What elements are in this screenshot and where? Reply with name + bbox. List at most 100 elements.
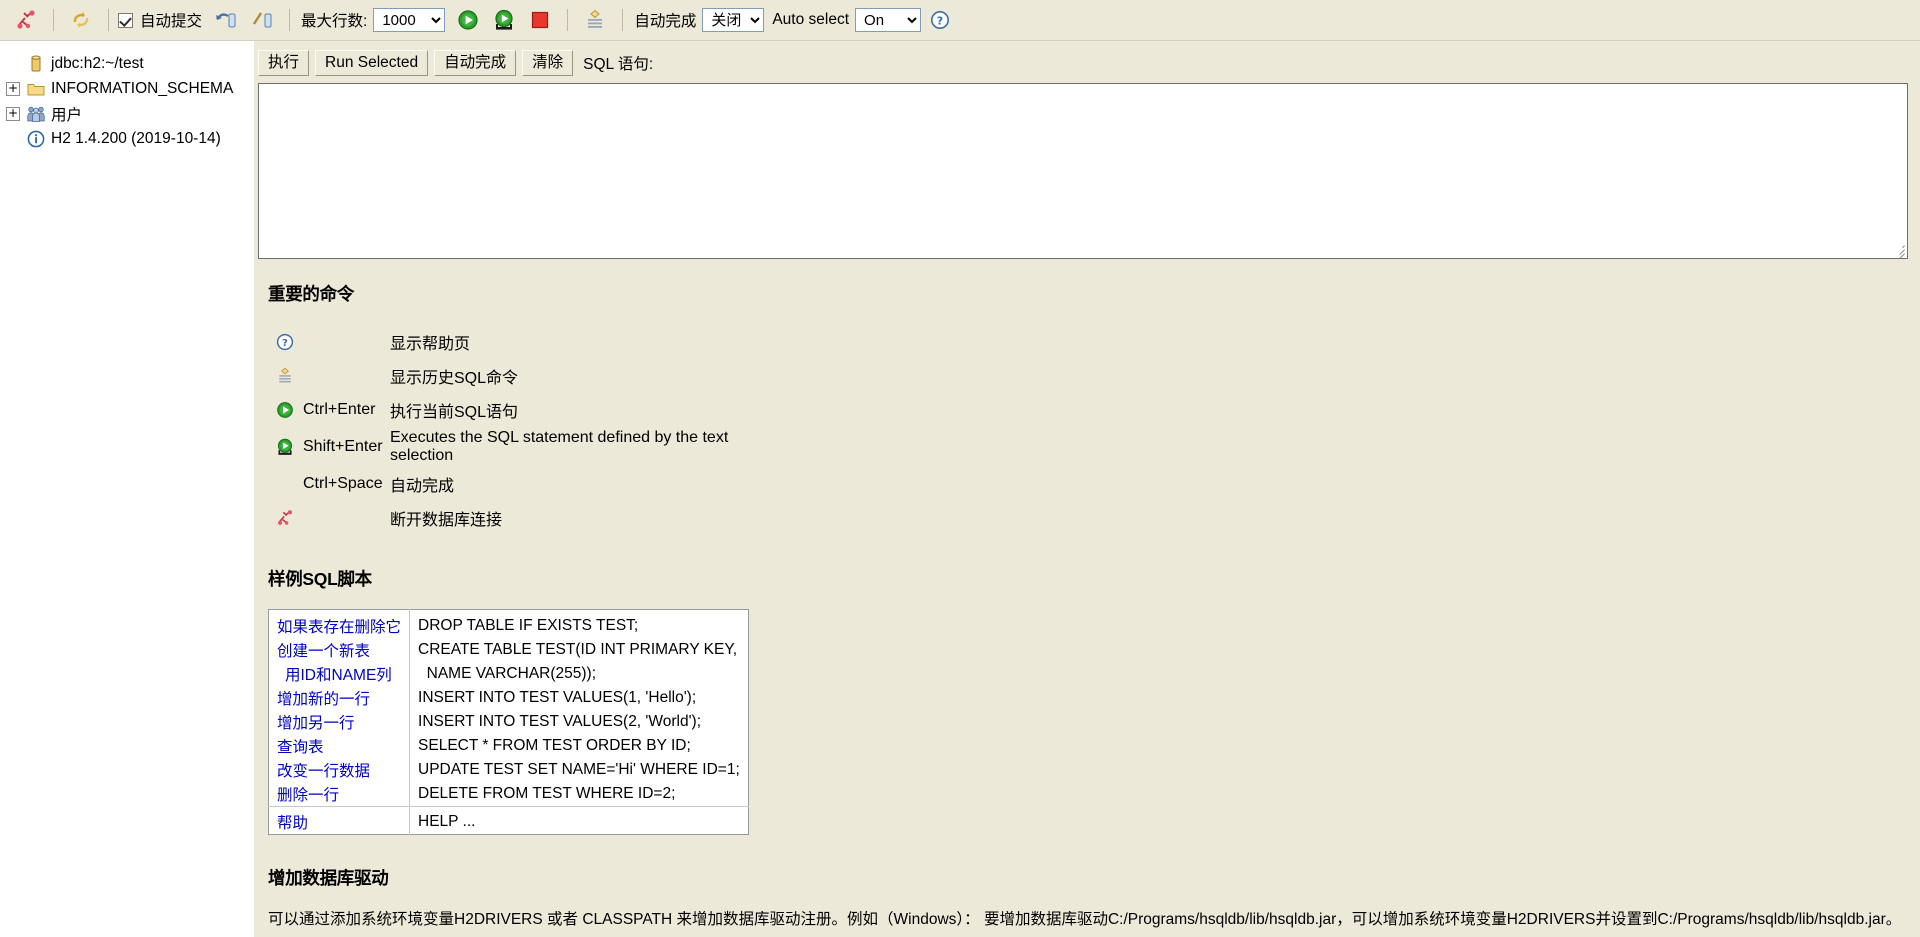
tree-item-version[interactable]: H2 1.4.200 (2019-10-14)	[0, 126, 254, 151]
sample-section-title: 样例SQL脚本	[268, 569, 372, 589]
sample-sql-table: 如果表存在删除它 DROP TABLE IF EXISTS TEST; 创建一个…	[268, 609, 749, 835]
help-icon[interactable]: ?	[927, 7, 953, 33]
clear-button[interactable]: 清除	[522, 49, 574, 77]
sample-label: 创建一个新表	[277, 643, 371, 660]
toolbar-divider-3	[289, 9, 291, 31]
table-row: ? 显示帮助页	[270, 326, 766, 358]
svg-text:?: ?	[282, 338, 288, 349]
table-row: 如果表存在删除它 DROP TABLE IF EXISTS TEST;	[269, 609, 749, 638]
command-description: 断开数据库连接	[390, 512, 503, 529]
run-icon[interactable]	[455, 7, 481, 33]
sql-input[interactable]	[259, 84, 1907, 258]
sample-label: 改变一行数据	[277, 763, 371, 780]
help-icon[interactable]: ?	[270, 326, 300, 358]
table-row: 断开数据库连接	[270, 502, 766, 534]
refresh-icon[interactable]	[68, 7, 94, 33]
tree-expander-icon[interactable]: +	[6, 81, 20, 96]
command-description: 显示历史SQL命令	[390, 370, 519, 387]
documentation-area: 重要的命令 ? 显示帮助页 显示历史SQL命令 Ctrl+Enter 执行当前S…	[254, 259, 1920, 931]
table-row: 查询表 SELECT * FROM TEST ORDER BY ID;	[269, 734, 749, 758]
query-toolbar: 执行 Run Selected 自动完成 清除 SQL 语句:	[254, 41, 1920, 78]
run-selected-icon[interactable]	[491, 7, 517, 33]
autocomplete-select[interactable]: 关闭	[702, 8, 765, 32]
svg-text:?: ?	[937, 14, 943, 27]
maxrows-label: 最大行数:	[301, 13, 368, 30]
sample-code: SELECT * FROM TEST ORDER BY ID;	[409, 734, 749, 758]
disconnect-icon[interactable]	[13, 7, 39, 33]
history-icon[interactable]	[582, 7, 608, 33]
no-icon	[270, 468, 300, 500]
resize-grip[interactable]	[1892, 243, 1905, 258]
rollback-icon[interactable]	[213, 7, 239, 33]
autoselect-label: Auto select	[772, 11, 850, 28]
database-tree-panel: jdbc:h2:~/test + INFORMATION_SCHEMA + 用户	[0, 41, 254, 937]
table-row: Ctrl+Space 自动完成	[270, 468, 766, 500]
table-row: 用ID和NAME列 NAME VARCHAR(255));	[269, 662, 749, 686]
table-row: 显示历史SQL命令	[270, 360, 766, 392]
history-icon[interactable]	[270, 360, 300, 392]
shortcut-key: Ctrl+Space	[303, 475, 383, 492]
sample-label: 增加新的一行	[277, 691, 371, 708]
autocommit-checkbox[interactable]	[118, 12, 133, 28]
drivers-description: 可以通过添加系统环境变量H2DRIVERS 或者 CLASSPATH 来增加数据…	[268, 911, 1902, 928]
tree-item-label: 用户	[51, 106, 83, 124]
shortcut-key: Shift+Enter	[303, 438, 383, 455]
table-row: 增加新的一行 INSERT INTO TEST VALUES(1, 'Hello…	[269, 686, 749, 710]
folder-icon	[26, 79, 46, 99]
toolbar-divider-1	[53, 9, 54, 31]
drivers-section-title: 增加数据库驱动	[268, 868, 389, 888]
database-icon	[26, 54, 46, 74]
commands-section-title: 重要的命令	[268, 284, 354, 304]
shortcut-key	[302, 502, 387, 534]
toolbar-divider-2	[108, 9, 109, 31]
info-icon	[26, 129, 46, 149]
sample-label: 帮助	[268, 806, 410, 835]
disconnect-icon[interactable]	[270, 502, 300, 534]
important-commands-table: ? 显示帮助页 显示历史SQL命令 Ctrl+Enter 执行当前SQL语句 S…	[268, 324, 768, 536]
sample-code: DROP TABLE IF EXISTS TEST;	[409, 609, 749, 638]
tree-item-users[interactable]: + 用户	[0, 101, 254, 126]
sql-statement-label: SQL 语句:	[583, 56, 654, 73]
sample-code: NAME VARCHAR(255));	[409, 662, 749, 686]
sample-code: UPDATE TEST SET NAME='Hi' WHERE ID=1;	[409, 758, 749, 782]
tree-item-label: jdbc:h2:~/test	[51, 54, 144, 72]
autocommit-label: 自动提交	[140, 13, 203, 30]
maxrows-select[interactable]: 1000	[373, 8, 446, 32]
run-button[interactable]: 执行	[258, 49, 310, 77]
users-icon	[26, 104, 46, 124]
commit-icon[interactable]	[249, 7, 275, 33]
sample-code: INSERT INTO TEST VALUES(1, 'Hello');	[409, 686, 749, 710]
command-description: Executes the SQL statement defined by th…	[390, 429, 729, 464]
top-toolbar: 自动提交 最大行数: 1000 自动完成 关闭 Auto select On ?	[0, 0, 1920, 41]
sample-code: HELP ...	[409, 806, 749, 835]
sample-label: 增加另一行	[277, 715, 355, 732]
run-selected-button[interactable]: Run Selected	[315, 49, 429, 77]
sql-editor-container	[258, 83, 1908, 259]
autoselect-select[interactable]: On	[855, 8, 922, 32]
command-description: 显示帮助页	[390, 336, 471, 353]
sample-code: DELETE FROM TEST WHERE ID=2;	[409, 782, 749, 807]
tree-item-information-schema[interactable]: + INFORMATION_SCHEMA	[0, 76, 254, 101]
run-selected-icon[interactable]	[270, 428, 300, 466]
shortcut-key: Ctrl+Enter	[303, 401, 376, 418]
shortcut-key	[302, 326, 387, 358]
tree-expander-icon[interactable]: +	[6, 106, 20, 121]
sample-label: 删除一行	[277, 787, 340, 804]
sample-label: 如果表存在删除它	[277, 619, 402, 636]
autocomplete-button[interactable]: 自动完成	[434, 49, 517, 77]
command-description: 执行当前SQL语句	[390, 404, 519, 421]
tree-item-connection[interactable]: jdbc:h2:~/test	[0, 51, 254, 76]
run-icon[interactable]	[270, 394, 300, 426]
sample-label: 查询表	[277, 739, 324, 756]
main-panel: 执行 Run Selected 自动完成 清除 SQL 语句: 重要的命令 ?	[254, 41, 1920, 937]
toolbar-divider-5	[622, 9, 624, 31]
command-description: 自动完成	[390, 478, 455, 495]
table-row: Ctrl+Enter 执行当前SQL语句	[270, 394, 766, 426]
toolbar-divider-4	[567, 9, 569, 31]
stop-icon[interactable]	[527, 7, 553, 33]
table-row: 帮助 HELP ...	[268, 806, 749, 835]
tree-item-label: H2 1.4.200 (2019-10-14)	[51, 129, 221, 147]
table-row: Shift+Enter Executes the SQL statement d…	[270, 428, 766, 466]
table-row: 删除一行 DELETE FROM TEST WHERE ID=2;	[269, 782, 749, 807]
table-row: 改变一行数据 UPDATE TEST SET NAME='Hi' WHERE I…	[269, 758, 749, 782]
